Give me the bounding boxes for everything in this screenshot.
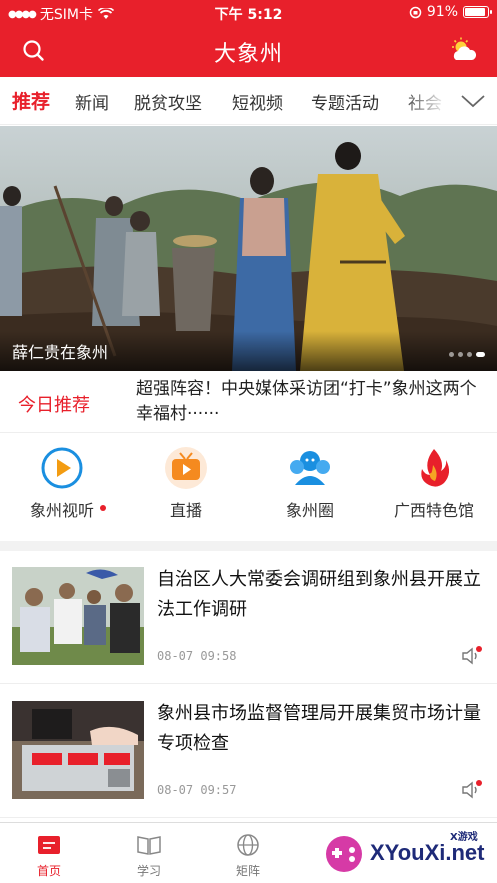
nav-label: 首页 — [36, 864, 61, 878]
flame-icon — [421, 449, 450, 487]
carousel-dot-active — [476, 352, 485, 357]
tab-special-events[interactable]: 专题活动 — [311, 89, 379, 114]
quick-link-label: 直播 — [169, 501, 202, 520]
tab-recommend[interactable]: 推荐 — [12, 87, 50, 114]
watermark-small: X游戏 — [450, 832, 478, 843]
notification-dot — [100, 505, 106, 511]
watermark-logo: XYouXi.net X游戏 — [322, 826, 492, 878]
carousel-indicator — [449, 352, 485, 357]
news-time: 08-07 09:58 — [157, 649, 237, 663]
banner-carousel[interactable]: 薛仁贵在象州 — [0, 126, 497, 371]
speaker-icon[interactable] — [461, 779, 483, 801]
battery-icon — [463, 6, 492, 18]
watermark-text: XYouXi.net — [370, 840, 485, 865]
people-icon — [290, 451, 330, 485]
home-icon — [38, 836, 60, 854]
section-divider — [0, 541, 497, 551]
quick-link-live[interactable]: 直播 — [124, 445, 248, 521]
quick-links: 象州视听 直播 象州圈 广西特色馆 — [0, 433, 497, 541]
rotation-lock-icon — [409, 6, 422, 18]
carousel-dot — [467, 352, 472, 357]
news-item[interactable]: 象州县市场监督管理局开展集贸市场计量专项检查 08-07 09:57 — [0, 685, 497, 818]
channel-tabs: 推荐 新闻 脱贫攻坚 短视频 专题活动 社会 — [0, 77, 497, 125]
book-icon — [137, 836, 161, 855]
globe-icon — [237, 834, 259, 856]
nav-home[interactable]: 首页 — [19, 833, 79, 879]
app-title: 大象州 — [213, 42, 283, 67]
carousel-dot — [458, 352, 463, 357]
battery-percent: 91% — [426, 4, 458, 20]
speaker-icon[interactable] — [461, 645, 483, 667]
news-item[interactable]: 自治区人大常委会调研组到象州县开展立法工作调研 08-07 09:58 — [0, 551, 497, 684]
carousel-dot — [449, 352, 454, 357]
today-label: 今日推荐 — [18, 395, 90, 416]
quick-link-label: 象州圈 — [285, 501, 334, 520]
nav-label: 矩阵 — [235, 864, 260, 878]
nav-bar: 大象州 — [0, 24, 497, 77]
tab-news[interactable]: 新闻 — [75, 89, 109, 114]
banner-caption: 薛仁贵在象州 — [12, 343, 109, 362]
nav-matrix[interactable]: 矩阵 — [218, 833, 278, 879]
today-recommend[interactable]: 今日推荐 超强阵容！中央媒体采访团“打卡”象州这两个幸福村······ — [0, 371, 497, 433]
top-bar: ●●●● 无SIM卡 下午 5:12 91% 大象州 — [0, 0, 497, 77]
news-thumbnail — [12, 701, 144, 799]
gamepad-icon — [326, 836, 362, 872]
news-title: 自治区人大常委会调研组到象州县开展立法工作调研 — [157, 569, 481, 620]
quick-link-audio-video[interactable]: 象州视听 — [0, 445, 124, 521]
today-headline[interactable]: 超强阵容！中央媒体采访团“打卡”象州这两个幸福村······ — [136, 377, 481, 427]
tab-poverty-alleviation[interactable]: 脱贫攻坚 — [134, 89, 202, 114]
weather-icon[interactable] — [449, 36, 479, 66]
tab-short-video[interactable]: 短视频 — [232, 89, 283, 114]
chevron-down-icon[interactable] — [459, 89, 487, 113]
play-circle-icon — [41, 447, 83, 489]
quick-link-guangxi-pavilion[interactable]: 广西特色馆 — [372, 445, 496, 521]
tv-icon — [165, 447, 207, 489]
nav-study[interactable]: 学习 — [119, 833, 179, 879]
nav-label: 学习 — [136, 864, 161, 878]
quick-link-label: 广西特色馆 — [393, 501, 474, 520]
news-thumbnail — [12, 567, 144, 665]
status-bar: ●●●● 无SIM卡 下午 5:12 91% — [0, 0, 497, 24]
news-time: 08-07 09:57 — [157, 783, 237, 797]
news-title: 象州县市场监督管理局开展集贸市场计量专项检查 — [157, 703, 481, 754]
quick-link-circle[interactable]: 象州圈 — [248, 445, 372, 521]
